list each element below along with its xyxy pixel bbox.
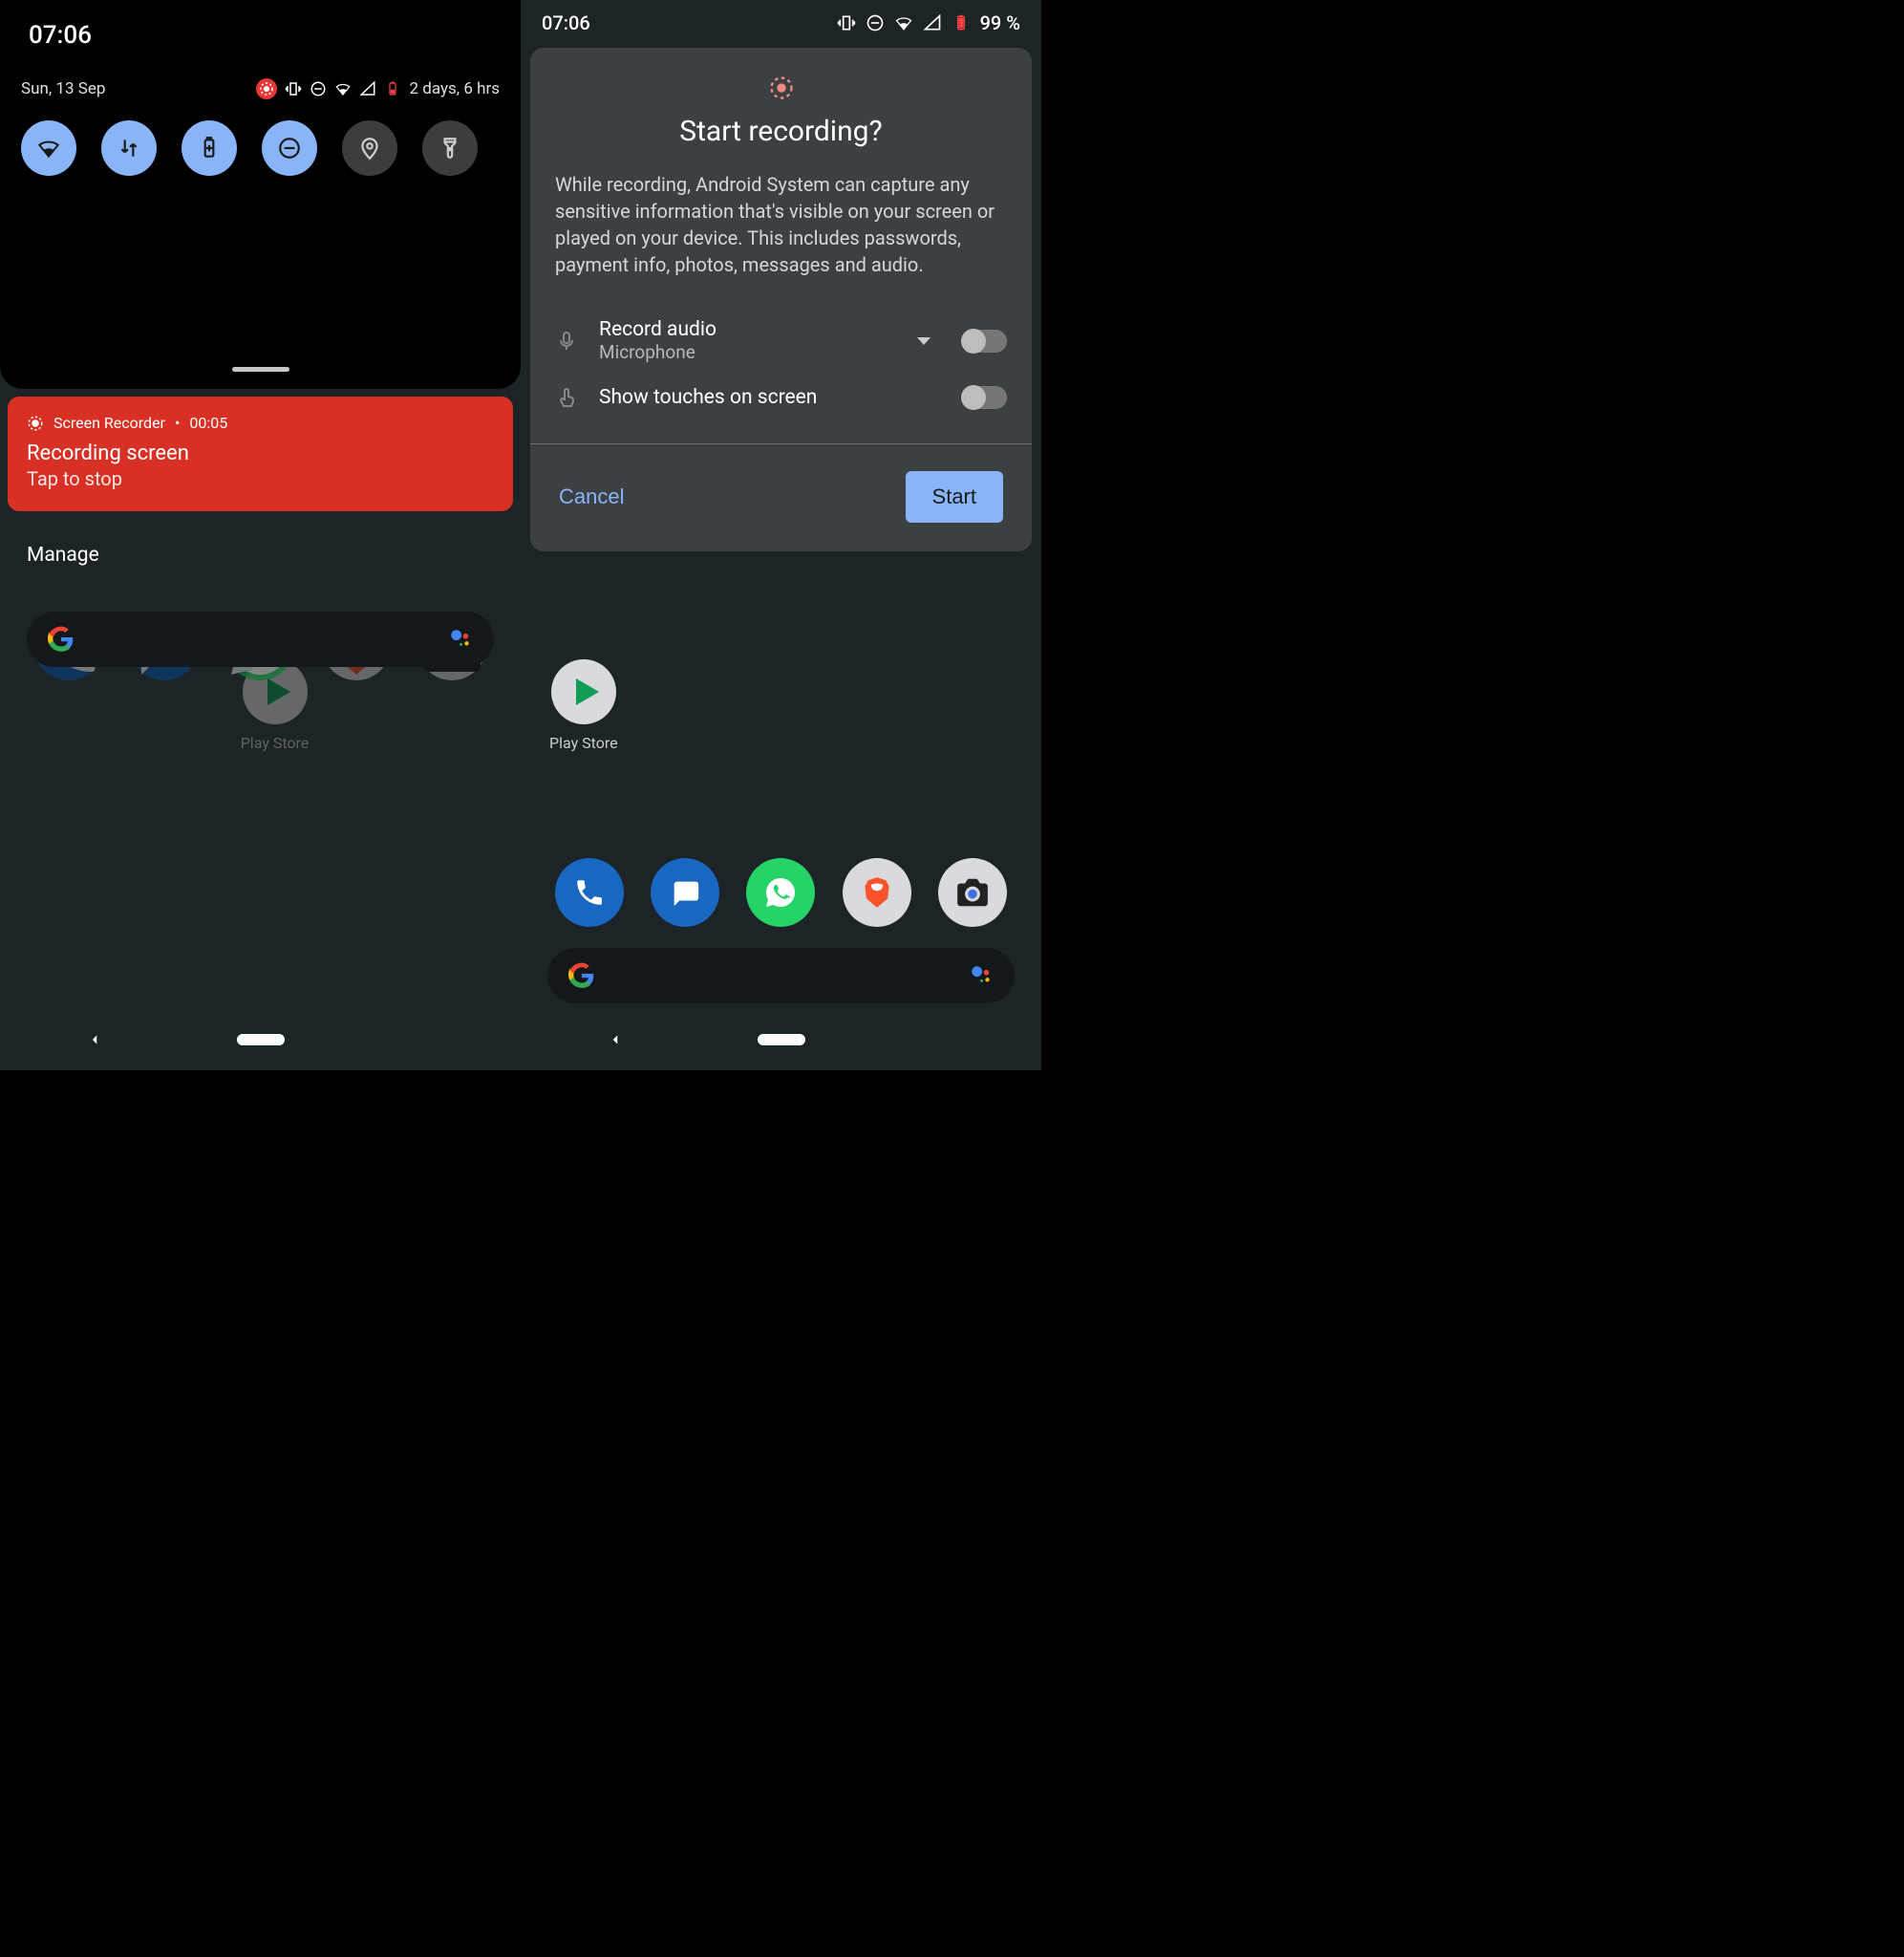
play-store-label: Play Store — [549, 734, 618, 752]
qs-tile-location[interactable] — [342, 120, 397, 176]
record-audio-source: Microphone — [599, 341, 896, 363]
home-pill[interactable] — [758, 1034, 805, 1045]
dock — [0, 612, 521, 936]
play-store-label: Play Store — [29, 734, 521, 752]
notification-elapsed: 00:05 — [189, 414, 227, 432]
dnd-status-icon — [310, 80, 327, 97]
qs-header: Sun, 13 Sep 2 days, 6 hrs — [0, 55, 521, 111]
show-touches-row[interactable]: Show touches on screen — [530, 375, 1032, 420]
recording-badge-icon — [27, 415, 44, 432]
google-g-icon — [568, 962, 595, 989]
battery-status-icon — [952, 13, 971, 32]
dock-whatsapp-icon — [225, 612, 294, 680]
back-icon[interactable] — [86, 1031, 103, 1048]
play-store-shortcut[interactable]: Play Store — [549, 659, 618, 752]
screen-notification-shade: Play Store 07:06 Sun, 13 Sep — [0, 0, 521, 1070]
touch-icon — [555, 386, 578, 409]
back-icon[interactable] — [607, 1031, 624, 1048]
dialog-title: Start recording? — [530, 115, 1032, 148]
start-recording-dialog: Start recording? While recording, Androi… — [530, 48, 1032, 551]
dock — [521, 858, 1041, 936]
vibrate-icon — [837, 13, 856, 32]
signal-status-icon — [923, 13, 942, 32]
notification-header: Screen Recorder • 00:05 — [27, 414, 494, 432]
microphone-icon — [555, 330, 578, 353]
dropdown-caret-icon[interactable] — [917, 337, 931, 345]
battery-status-icon — [384, 80, 401, 97]
dock-phone-icon — [34, 612, 103, 680]
show-touches-label: Show touches on screen — [599, 386, 942, 409]
qs-tile-flashlight[interactable] — [422, 120, 478, 176]
signal-status-icon — [359, 80, 376, 97]
screen-record-dialog: 07:06 99 % Start recording? While record… — [521, 0, 1041, 1070]
dock-brave-icon — [322, 612, 391, 680]
recording-notification[interactable]: Screen Recorder • 00:05 Recording screen… — [8, 397, 513, 511]
play-store-icon — [551, 659, 616, 724]
notification-app-name: Screen Recorder — [53, 414, 165, 432]
navbar — [521, 1019, 1041, 1061]
recording-indicator-icon — [256, 78, 277, 99]
vibrate-icon — [285, 80, 302, 97]
start-button[interactable]: Start — [906, 471, 1003, 523]
assistant-icon — [969, 963, 994, 988]
dock-messages-icon — [130, 612, 199, 680]
show-touches-toggle[interactable] — [963, 386, 1007, 409]
dock-whatsapp-icon[interactable] — [746, 858, 815, 927]
home-pill[interactable] — [237, 1034, 285, 1045]
record-audio-row[interactable]: Record audio Microphone — [530, 307, 1032, 375]
cancel-button[interactable]: Cancel — [559, 484, 624, 509]
play-store-icon — [243, 659, 308, 724]
qs-tiles — [0, 111, 521, 195]
battery-hint-text: 2 days, 6 hrs — [409, 79, 500, 98]
dnd-status-icon — [866, 13, 885, 32]
record-audio-toggle[interactable] — [963, 330, 1007, 353]
manage-notifications-button[interactable]: Manage — [0, 511, 521, 599]
navbar — [0, 1019, 521, 1061]
play-store-shortcut: Play Store — [29, 659, 521, 1070]
dialog-body: While recording, Android System can capt… — [530, 171, 1032, 278]
battery-percent-text: 99 % — [980, 11, 1020, 34]
dock-camera-icon — [417, 612, 486, 680]
qs-tile-wifi[interactable] — [21, 120, 76, 176]
status-time: 07:06 — [542, 11, 590, 34]
wifi-status-icon — [334, 80, 352, 97]
notification-subtitle: Tap to stop — [27, 467, 494, 490]
dock-phone-icon[interactable] — [555, 858, 624, 927]
notification-title: Recording screen — [27, 441, 494, 465]
google-search-bar[interactable] — [547, 948, 1015, 1003]
record-audio-label: Record audio — [599, 318, 896, 341]
quick-settings-panel: 07:06 Sun, 13 Sep 2 days, 6 hrs — [0, 0, 521, 389]
status-bar: 07:06 99 % — [521, 0, 1041, 40]
qs-tile-dnd[interactable] — [262, 120, 317, 176]
qs-date: Sun, 13 Sep — [21, 79, 105, 98]
qs-tile-battery-saver[interactable] — [182, 120, 237, 176]
google-search-bar — [27, 612, 494, 667]
status-time: 07:06 — [0, 0, 521, 55]
qs-tile-data[interactable] — [101, 120, 157, 176]
assistant-icon — [448, 627, 473, 652]
dialog-header-icon — [530, 69, 1032, 115]
dock-messages-icon[interactable] — [651, 858, 719, 927]
google-g-icon — [48, 626, 75, 653]
wifi-status-icon — [894, 13, 913, 32]
dock-camera-icon[interactable] — [938, 858, 1007, 927]
panel-drag-handle[interactable] — [232, 367, 289, 372]
dock-brave-icon[interactable] — [843, 858, 911, 927]
